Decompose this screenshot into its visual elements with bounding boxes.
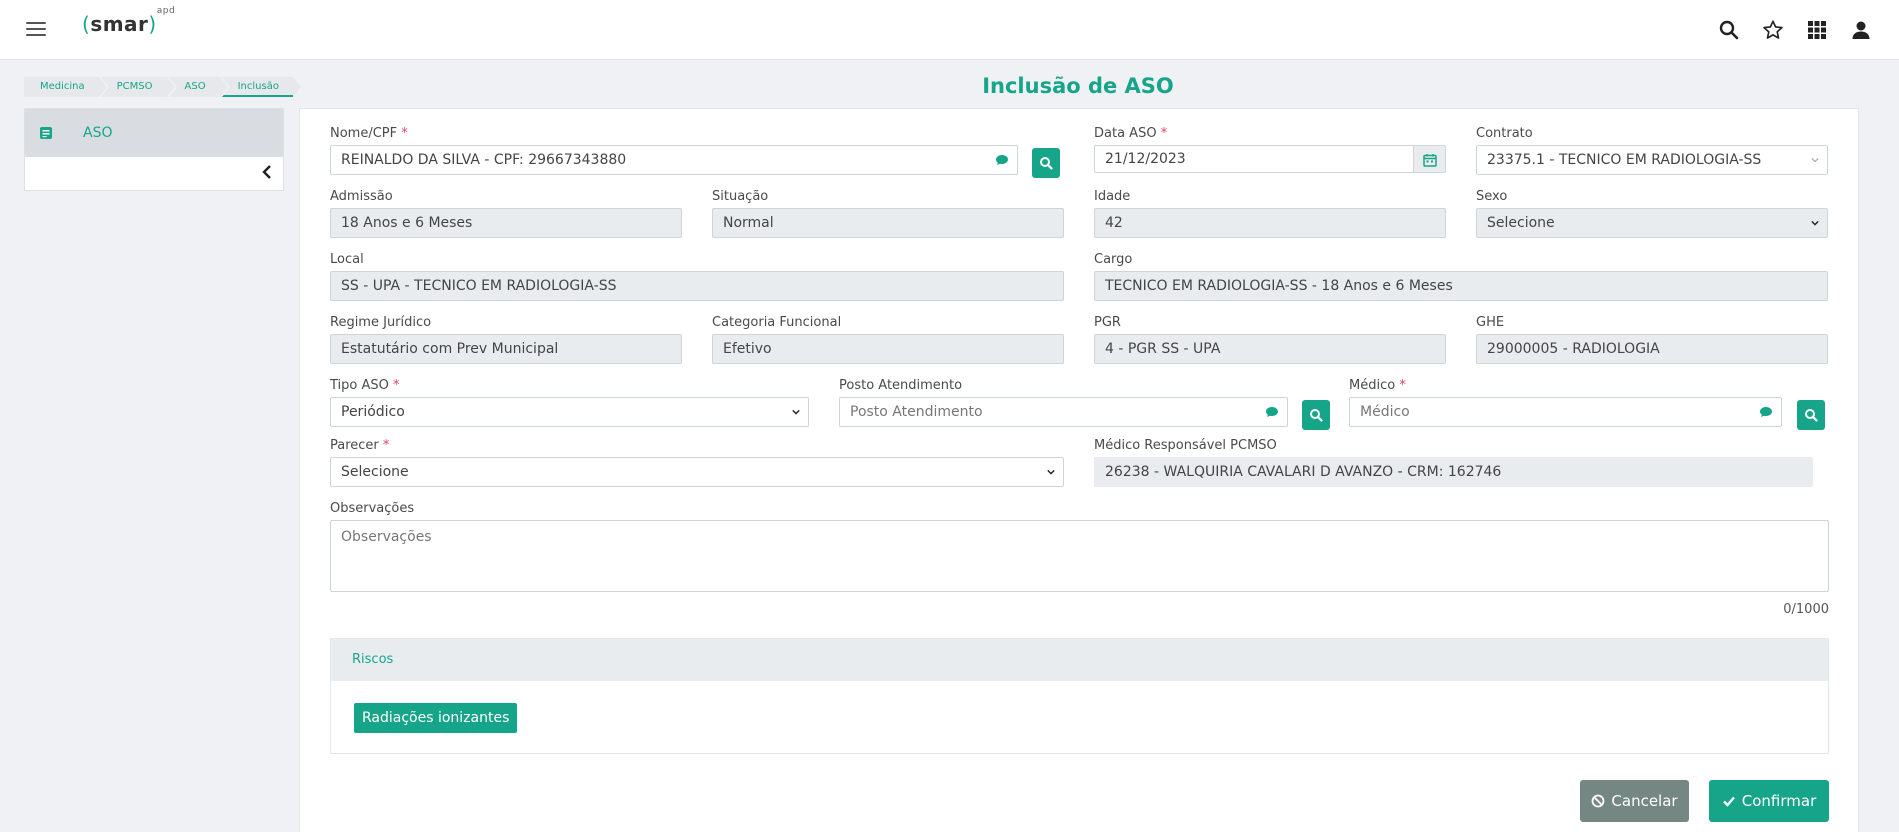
page-title: Inclusão de ASO xyxy=(982,74,1174,98)
chevron-left-icon[interactable] xyxy=(261,164,275,180)
chat-icon xyxy=(1760,407,1772,417)
sexo-select[interactable]: Selecione xyxy=(1476,208,1828,238)
medico-input[interactable]: Médico xyxy=(1349,397,1782,427)
menu-icon[interactable] xyxy=(26,22,46,38)
calendar-icon[interactable] xyxy=(1413,146,1445,172)
nome-search-button[interactable] xyxy=(1032,148,1060,178)
ban-icon xyxy=(1592,794,1605,808)
posto-input[interactable]: Posto Atendimento xyxy=(839,397,1288,427)
riscos-panel: Riscos Radiações ionizantes xyxy=(330,638,1829,754)
situacao-input[interactable]: Normal xyxy=(712,208,1064,238)
posto-field: Posto Atendimento Posto Atendimento xyxy=(839,378,1288,427)
cargo-field: Cargo TECNICO EM RADIOLOGIA-SS - 18 Anos… xyxy=(1094,252,1828,301)
admissao-field: Admissão 18 Anos e 6 Meses xyxy=(330,189,682,238)
idade-field: Idade 42 xyxy=(1094,189,1446,238)
local-input[interactable]: SS - UPA - TECNICO EM RADIOLOGIA-SS xyxy=(330,271,1064,301)
parecer-select[interactable]: Selecione xyxy=(330,457,1064,487)
sidebar: ASO xyxy=(24,108,284,191)
chat-icon xyxy=(1266,407,1278,417)
star-icon[interactable] xyxy=(1761,18,1785,42)
char-counter: 0/1000 xyxy=(1783,602,1829,617)
user-icon[interactable] xyxy=(1849,18,1873,42)
parecer-field: Parecer * Selecione xyxy=(330,438,1064,487)
chevron-down-icon xyxy=(1811,158,1819,163)
chevron-down-icon xyxy=(1811,220,1819,226)
chevron-down-icon xyxy=(792,409,800,415)
sidebar-item-aso[interactable]: ASO xyxy=(25,109,283,157)
data-aso-field: Data ASO * 21/12/2023 xyxy=(1094,126,1446,173)
cancel-button[interactable]: Cancelar xyxy=(1580,780,1689,822)
categoria-field: Categoria Funcional Efetivo xyxy=(712,315,1064,364)
regime-field: Regime Jurídico Estatutário com Prev Mun… xyxy=(330,315,682,364)
sexo-field: Sexo Selecione xyxy=(1476,189,1828,238)
regime-input[interactable]: Estatutário com Prev Municipal xyxy=(330,334,682,364)
medico-resp-field: Médico Responsável PCMSO 26238 - WALQUIR… xyxy=(1094,438,1813,487)
medico-field: Médico * Médico xyxy=(1349,378,1782,427)
riscos-title[interactable]: Riscos xyxy=(331,639,1828,681)
data-aso-input[interactable]: 21/12/2023 xyxy=(1094,145,1446,173)
contrato-field: Contrato 23375.1 - TECNICO EM RADIOLOGIA… xyxy=(1476,126,1828,175)
idade-input[interactable]: 42 xyxy=(1094,208,1446,238)
apps-grid-icon[interactable] xyxy=(1805,18,1829,42)
confirm-button[interactable]: Confirmar xyxy=(1709,780,1829,822)
document-icon xyxy=(40,127,52,139)
pgr-field: PGR 4 - PGR SS - UPA xyxy=(1094,315,1446,364)
logo[interactable]: (smar)apd xyxy=(82,6,175,36)
posto-search-button[interactable] xyxy=(1302,400,1330,430)
medico-search-button[interactable] xyxy=(1797,400,1825,430)
top-header: (smar)apd xyxy=(0,0,1899,60)
nome-cpf-field: Nome/CPF * REINALDO DA SILVA - CPF: 2966… xyxy=(330,126,1018,175)
tipo-aso-field: Tipo ASO * Periódico xyxy=(330,378,809,427)
situacao-field: Situação Normal xyxy=(712,189,1064,238)
tipo-aso-select[interactable]: Periódico xyxy=(330,397,809,427)
chevron-down-icon xyxy=(1047,469,1055,475)
categoria-input[interactable]: Efetivo xyxy=(712,334,1064,364)
medico-resp-input[interactable]: 26238 - WALQUIRIA CAVALARI D AVANZO - CR… xyxy=(1094,457,1813,487)
observacoes-field: Observações xyxy=(330,501,1829,596)
contrato-select[interactable]: 23375.1 - TECNICO EM RADIOLOGIA-SS xyxy=(1476,145,1828,175)
ghe-field: GHE 29000005 - RADIOLOGIA xyxy=(1476,315,1828,364)
ghe-input[interactable]: 29000005 - RADIOLOGIA xyxy=(1476,334,1828,364)
cargo-input[interactable]: TECNICO EM RADIOLOGIA-SS - 18 Anos e 6 M… xyxy=(1094,271,1828,301)
risk-chip[interactable]: Radiações ionizantes xyxy=(354,703,518,733)
observacoes-textarea[interactable] xyxy=(330,520,1829,592)
search-icon[interactable] xyxy=(1717,18,1741,42)
pgr-input[interactable]: 4 - PGR SS - UPA xyxy=(1094,334,1446,364)
local-field: Local SS - UPA - TECNICO EM RADIOLOGIA-S… xyxy=(330,252,1064,301)
check-icon xyxy=(1722,796,1735,807)
sidebar-item-label: ASO xyxy=(83,125,113,141)
nome-cpf-input[interactable]: REINALDO DA SILVA - CPF: 29667343880 xyxy=(330,145,1018,175)
chat-icon xyxy=(996,155,1008,165)
admissao-input[interactable]: 18 Anos e 6 Meses xyxy=(330,208,682,238)
